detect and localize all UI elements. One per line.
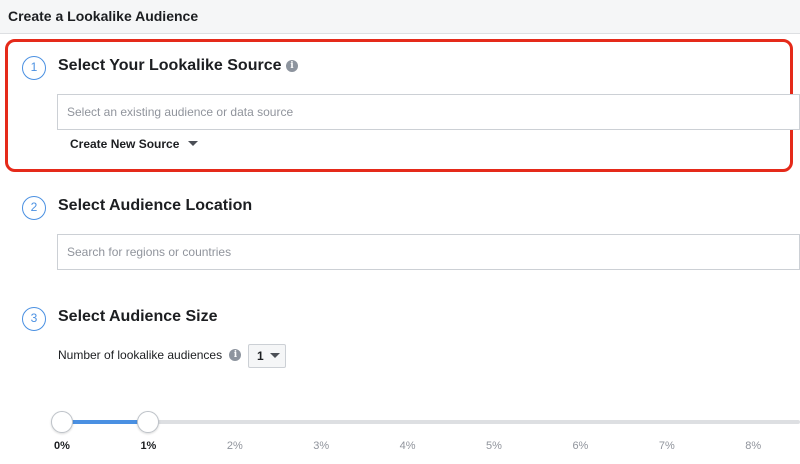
slider-handle-min[interactable] — [51, 411, 73, 433]
slider-tick-label: 3% — [313, 440, 330, 452]
slider-tick-label: 1% — [140, 440, 157, 452]
slider-tick-label: 5% — [486, 440, 502, 452]
caret-down-icon — [269, 353, 280, 358]
info-icon[interactable]: i — [285, 60, 298, 72]
section-title-source-text: Select Your Lookalike Source — [58, 57, 282, 74]
section-title-location: Select Audience Location — [58, 197, 253, 214]
section-title-size: Select Audience Size — [58, 308, 218, 325]
create-new-source-dropdown[interactable]: Create New Source — [70, 137, 199, 151]
audience-location-input[interactable] — [57, 234, 800, 270]
audience-size-slider-fill — [62, 420, 149, 424]
page-header: Create a Lookalike Audience — [0, 0, 800, 34]
slider-tick-label: 2% — [226, 440, 243, 452]
step-number-3: 3 — [22, 307, 46, 331]
slider-tick-label: 7% — [658, 440, 675, 452]
step-number-1: 1 — [22, 56, 46, 80]
lookalike-count-value: 1 — [257, 349, 264, 363]
audience-size-slider-track[interactable] — [62, 420, 800, 424]
step-number-2: 2 — [22, 196, 46, 220]
slider-tick-label: 4% — [399, 440, 416, 452]
page-title: Create a Lookalike Audience — [8, 8, 199, 24]
slider-handle-max[interactable] — [137, 411, 160, 433]
lookalike-count-text: Number of lookalike audiences — [58, 348, 223, 362]
create-new-source-label: Create New Source — [70, 137, 180, 151]
info-icon[interactable]: i — [229, 349, 242, 361]
section-title-source: Select Your Lookalike Source i — [58, 57, 298, 75]
lookalike-count-select[interactable]: 1 — [248, 344, 286, 368]
caret-down-icon — [188, 141, 199, 146]
lookalike-source-input[interactable] — [57, 94, 800, 130]
slider-tick-label: 6% — [572, 440, 589, 452]
lookalike-count-label: Number of lookalike audiences i — [58, 348, 242, 362]
slider-tick-label: 8% — [745, 440, 762, 452]
slider-tick-label: 0% — [54, 440, 70, 452]
